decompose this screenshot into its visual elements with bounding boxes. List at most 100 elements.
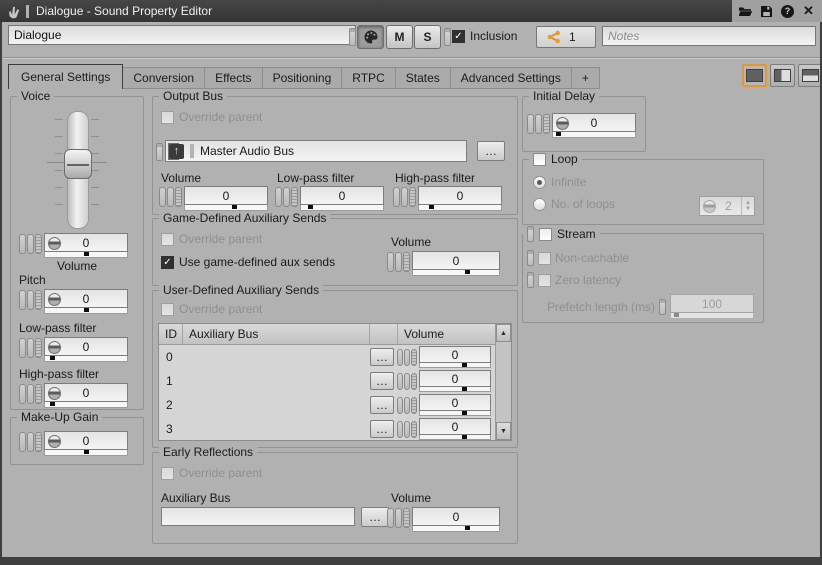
tab-effects[interactable]: Effects: [204, 67, 262, 89]
game-aux-volume-field[interactable]: 0: [412, 251, 500, 270]
state-list-icon[interactable]: [403, 508, 410, 528]
solo-button[interactable]: S: [414, 25, 441, 49]
override-parent-checkbox[interactable]: [161, 303, 174, 316]
no-of-loops-radio[interactable]: [533, 198, 546, 211]
state-list-icon[interactable]: [35, 234, 42, 254]
header-browse[interactable]: [370, 324, 398, 344]
row-browse-button[interactable]: …: [370, 396, 394, 414]
drag-handle[interactable]: [527, 272, 534, 288]
slider-strip[interactable]: [418, 205, 502, 211]
header-volume[interactable]: Volume: [398, 324, 496, 344]
mini-slider-icon[interactable]: [19, 290, 26, 310]
state-list-icon[interactable]: [35, 338, 42, 358]
state-list-icon[interactable]: [35, 432, 42, 452]
pitch-field[interactable]: 0: [44, 289, 128, 308]
split-vertical-layout-button[interactable]: [770, 64, 795, 87]
rtpc-curve-icon[interactable]: [395, 252, 402, 272]
state-list-icon[interactable]: [409, 187, 416, 207]
spin-down-icon[interactable]: ▼: [745, 206, 751, 212]
state-list-icon[interactable]: [543, 114, 550, 134]
voice-lowpass-field[interactable]: 0: [44, 337, 128, 356]
table-row[interactable]: 0 … 0: [159, 345, 496, 369]
randomizer-icon[interactable]: [48, 237, 61, 250]
loop-count-spinner[interactable]: 2 ▲▼: [699, 196, 755, 216]
state-list-icon[interactable]: [411, 421, 417, 438]
row-volume-field[interactable]: 0: [419, 370, 491, 387]
mini-slider-icon[interactable]: [397, 421, 403, 438]
slider-strip[interactable]: [44, 356, 128, 362]
rtpc-curve-icon[interactable]: [27, 338, 34, 358]
slider-strip[interactable]: [419, 363, 491, 368]
output-bus-highpass-field[interactable]: 0: [418, 186, 502, 205]
state-list-icon[interactable]: [411, 349, 417, 366]
tab-positioning[interactable]: Positioning: [262, 67, 343, 89]
output-bus-browse-button[interactable]: …: [477, 141, 505, 161]
rtpc-curve-icon[interactable]: [27, 290, 34, 310]
makeup-gain-field[interactable]: 0: [44, 431, 128, 450]
initial-delay-field[interactable]: 0: [552, 113, 636, 132]
output-bus-volume-field[interactable]: 0: [184, 186, 268, 205]
use-game-aux-checkbox[interactable]: ✓: [161, 256, 174, 269]
slider-strip[interactable]: [412, 526, 500, 532]
notes-input[interactable]: [602, 26, 816, 46]
override-parent-checkbox[interactable]: [161, 111, 174, 124]
slider-strip[interactable]: [44, 252, 128, 258]
er-browse-button[interactable]: …: [361, 507, 389, 527]
tab-states[interactable]: States: [395, 67, 451, 89]
rtpc-curve-icon[interactable]: [404, 397, 410, 414]
rtpc-curve-icon[interactable]: [401, 187, 408, 207]
er-aux-bus-field[interactable]: [161, 507, 355, 526]
mini-slider-icon[interactable]: [19, 234, 26, 254]
slider-strip[interactable]: [44, 402, 128, 408]
references-button[interactable]: 1: [536, 26, 596, 48]
table-scrollbar[interactable]: ▲ ▼: [495, 324, 511, 440]
mini-slider-icon[interactable]: [19, 338, 26, 358]
randomizer-icon[interactable]: [48, 435, 61, 448]
mini-slider-icon[interactable]: [397, 349, 403, 366]
table-row[interactable]: 3 … 0: [159, 417, 496, 441]
randomizer-icon[interactable]: [48, 387, 61, 400]
row-browse-button[interactable]: …: [370, 348, 394, 366]
split-horizontal-layout-button[interactable]: [798, 64, 822, 87]
scroll-down-button[interactable]: ▼: [496, 422, 511, 440]
state-list-icon[interactable]: [35, 384, 42, 404]
row-volume-field[interactable]: 0: [419, 346, 491, 363]
row-browse-button[interactable]: …: [370, 420, 394, 438]
rtpc-curve-icon[interactable]: [27, 432, 34, 452]
mute-button[interactable]: M: [386, 25, 413, 49]
single-pane-layout-button[interactable]: [742, 64, 767, 87]
slider-strip[interactable]: [419, 387, 491, 392]
mini-slider-icon[interactable]: [387, 508, 394, 528]
output-bus-lowpass-field[interactable]: 0: [300, 186, 384, 205]
voice-volume-slider[interactable]: [47, 111, 107, 227]
inclusion-checkbox[interactable]: ✓: [452, 30, 465, 43]
slider-strip[interactable]: [412, 270, 500, 276]
table-row[interactable]: 1 … 0: [159, 369, 496, 393]
state-list-icon[interactable]: [411, 373, 417, 390]
slider-strip[interactable]: [44, 308, 128, 314]
slider-strip[interactable]: [419, 435, 491, 440]
infinite-radio[interactable]: [533, 176, 546, 189]
help-icon[interactable]: ?: [780, 4, 795, 19]
state-list-icon[interactable]: [411, 397, 417, 414]
non-cachable-checkbox[interactable]: [538, 252, 551, 265]
scroll-up-button[interactable]: ▲: [496, 324, 511, 342]
mini-slider-icon[interactable]: [397, 397, 403, 414]
mini-slider-icon[interactable]: [275, 187, 282, 207]
slider-strip[interactable]: [552, 132, 636, 138]
spinner-arrows[interactable]: ▲▼: [741, 197, 754, 215]
slider-thumb[interactable]: [64, 149, 92, 179]
voice-highpass-field[interactable]: 0: [44, 383, 128, 402]
er-volume-field[interactable]: 0: [412, 507, 500, 526]
rtpc-curve-icon[interactable]: [404, 373, 410, 390]
tab-rtpc[interactable]: RTPC: [341, 67, 395, 89]
drag-handle[interactable]: [349, 28, 356, 46]
mini-slider-icon[interactable]: [387, 252, 394, 272]
drag-handle[interactable]: [659, 299, 666, 315]
state-list-icon[interactable]: [35, 290, 42, 310]
mini-slider-icon[interactable]: [19, 432, 26, 452]
color-palette-button[interactable]: [357, 25, 384, 49]
loop-checkbox[interactable]: [533, 153, 546, 166]
rtpc-curve-icon[interactable]: [404, 421, 410, 438]
row-browse-button[interactable]: …: [370, 372, 394, 390]
